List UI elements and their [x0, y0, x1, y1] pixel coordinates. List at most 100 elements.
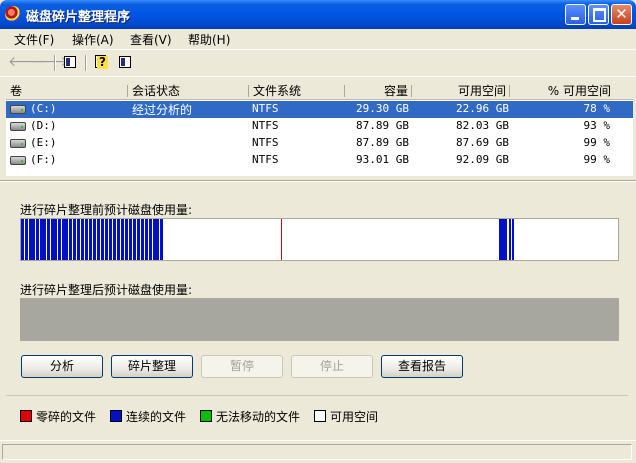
- legend-unmovable: 无法移动的文件: [200, 408, 300, 425]
- close-icon: ✕: [615, 5, 628, 23]
- forward-arrow-icon[interactable]: 🡒: [31, 53, 69, 71]
- volume-fs: NTFS: [252, 119, 279, 132]
- status-pane: [2, 444, 632, 460]
- console-tree-icon: [64, 56, 76, 68]
- toolbar-separator: [54, 55, 56, 71]
- contiguous-cluster: [89, 219, 92, 260]
- contiguous-cluster: [85, 219, 88, 260]
- volume-capacity: 87.89 GB: [356, 119, 409, 132]
- volume-row-e[interactable]: (E:) NTFS 87.89 GB 87.69 GB 99 %: [6, 135, 633, 152]
- before-usage-label: 进行碎片整理前预计磁盘使用量:: [20, 203, 193, 217]
- volume-name: (C:): [30, 102, 57, 115]
- contiguous-cluster: [105, 219, 108, 260]
- contiguous-cluster: [121, 219, 124, 260]
- contiguous-cluster: [141, 219, 144, 260]
- defrag-app-icon: [5, 6, 21, 22]
- before-usage-map: [20, 218, 619, 261]
- free-swatch: [314, 410, 326, 422]
- close-button[interactable]: ✕: [611, 4, 632, 25]
- volume-name: (F:): [30, 153, 57, 166]
- volume-percent: 93 %: [583, 119, 611, 132]
- contiguous-cluster: [509, 219, 511, 260]
- volume-row-c[interactable]: (C:) 经过分析的 NTFS 29.30 GB 22.96 GB 78 %: [6, 101, 633, 118]
- contiguous-cluster: [512, 219, 514, 260]
- menu-file[interactable]: 文件(F): [14, 31, 54, 48]
- contiguous-cluster: [109, 219, 112, 260]
- defragment-button[interactable]: 碎片整理: [111, 355, 193, 378]
- contiguous-cluster: [32, 219, 35, 260]
- contiguous-cluster: [54, 219, 57, 260]
- contiguous-cluster: [36, 219, 39, 260]
- volume-row-f[interactable]: (F:) NTFS 93.01 GB 92.09 GB 99 %: [6, 152, 633, 169]
- stop-button[interactable]: 停止: [291, 355, 373, 378]
- volume-fs: NTFS: [252, 102, 279, 115]
- maximize-button[interactable]: [588, 4, 609, 25]
- column-percent-free[interactable]: % 可用空间: [510, 82, 633, 100]
- unmovable-swatch: [200, 410, 212, 422]
- volume-row-d[interactable]: (D:) NTFS 87.89 GB 82.03 GB 93 %: [6, 118, 633, 135]
- contiguous-cluster: [499, 219, 507, 260]
- contiguous-cluster: [117, 219, 120, 260]
- menu-action[interactable]: 操作(A): [72, 31, 114, 48]
- toolbar: 🡐 🡒 ?: [0, 51, 636, 75]
- pause-button[interactable]: 暂停: [201, 355, 283, 378]
- volume-capacity: 29.30 GB: [356, 102, 409, 115]
- fragmented-swatch: [20, 410, 32, 422]
- analyze-button[interactable]: 分析: [21, 355, 103, 378]
- contiguous-cluster: [113, 219, 116, 260]
- window-title: 磁盘碎片整理程序: [26, 10, 131, 25]
- menu-view[interactable]: 查看(V): [130, 31, 172, 48]
- menu-bar: 文件(F) 操作(A) 查看(V) 帮助(H): [0, 29, 636, 49]
- volume-status: 经过分析的: [132, 103, 193, 117]
- contiguous-cluster: [125, 219, 128, 260]
- volume-name: (E:): [30, 136, 57, 149]
- volume-fs: NTFS: [252, 153, 279, 166]
- drive-icon: [10, 139, 26, 148]
- legend-separator: [6, 395, 628, 396]
- contiguous-cluster: [58, 219, 61, 260]
- legend-fragmented-label: 零碎的文件: [36, 410, 97, 424]
- volume-percent: 99 %: [583, 153, 611, 166]
- help-button[interactable]: ?: [91, 53, 109, 71]
- column-capacity[interactable]: 容量: [345, 82, 412, 100]
- volume-free: 87.69 GB: [456, 136, 509, 149]
- volume-free: 92.09 GB: [456, 153, 509, 166]
- properties-button[interactable]: [116, 53, 134, 71]
- volume-list[interactable]: 卷 会话状态 文件系统 容量 可用空间 % 可用空间 (C:) 经过分析的 NT…: [6, 82, 633, 176]
- properties-icon: [119, 56, 131, 68]
- contiguous-cluster: [137, 219, 140, 260]
- legend-free: 可用空间: [314, 408, 378, 425]
- pane-divider[interactable]: [0, 180, 636, 182]
- show-hide-tree-button[interactable]: [61, 53, 79, 71]
- contiguous-cluster: [101, 219, 104, 260]
- volume-capacity: 87.89 GB: [356, 136, 409, 149]
- column-session-status[interactable]: 会话状态: [128, 82, 249, 100]
- status-bar: [0, 440, 636, 463]
- column-free-space[interactable]: 可用空间: [412, 82, 510, 100]
- drive-icon: [10, 122, 26, 131]
- volume-percent: 78 %: [583, 102, 611, 115]
- contiguous-cluster: [25, 219, 28, 260]
- legend-contiguous: 连续的文件: [110, 408, 186, 425]
- contiguous-cluster: [160, 219, 163, 260]
- toolbar-separator-line: [0, 76, 636, 77]
- contiguous-cluster: [47, 219, 50, 260]
- contiguous-cluster: [43, 219, 46, 260]
- column-file-system[interactable]: 文件系统: [249, 82, 345, 100]
- contiguous-cluster: [73, 219, 76, 260]
- legend-free-label: 可用空间: [330, 410, 379, 424]
- contiguous-cluster: [21, 219, 24, 260]
- back-arrow-icon[interactable]: 🡐: [8, 53, 46, 71]
- volume-free: 22.96 GB: [456, 102, 509, 115]
- column-volume[interactable]: 卷: [6, 82, 128, 100]
- menu-separator: [0, 49, 636, 50]
- menu-help[interactable]: 帮助(H): [188, 31, 230, 48]
- drive-icon: [10, 105, 26, 114]
- maximize-icon: [593, 8, 606, 22]
- fragmented-cluster: [281, 219, 282, 260]
- contiguous-cluster: [133, 219, 136, 260]
- contiguous-cluster: [65, 219, 68, 260]
- contiguous-cluster: [155, 219, 159, 260]
- minimize-button[interactable]: [565, 4, 586, 25]
- view-report-button[interactable]: 查看报告: [381, 355, 463, 378]
